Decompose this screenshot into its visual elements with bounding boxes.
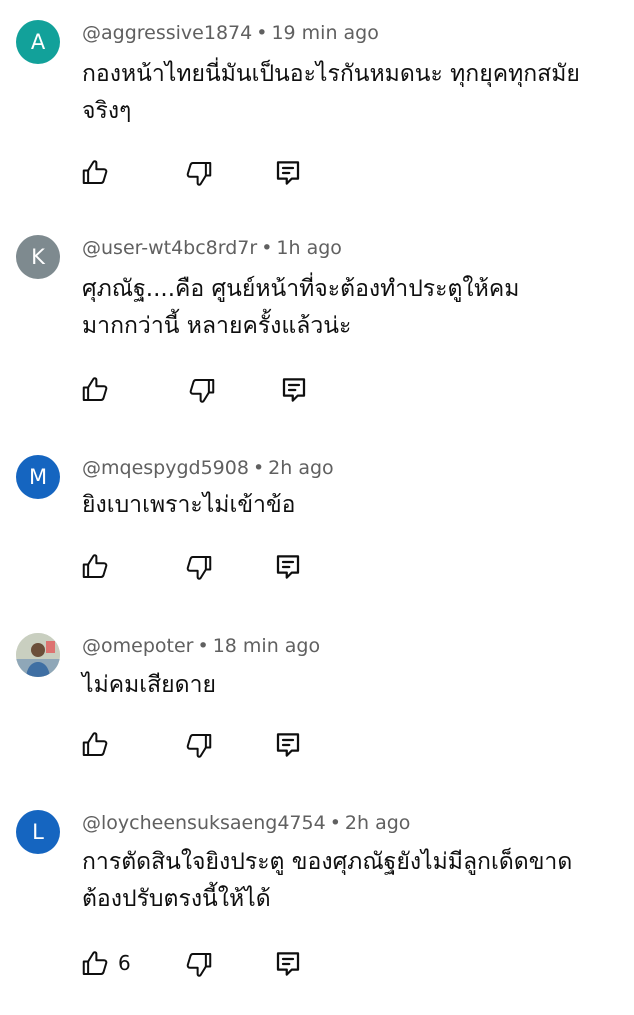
thumbs-down-icon	[189, 379, 215, 403]
like-button[interactable]	[80, 949, 110, 979]
dislike-button[interactable]	[184, 552, 214, 582]
meta-separator: •	[197, 635, 209, 657]
comment-text: ไม่คมเสียดาย	[82, 672, 216, 698]
thumbs-up-icon	[82, 377, 108, 401]
thumbs-down-icon	[186, 734, 212, 758]
meta-separator: •	[261, 237, 273, 259]
avatar[interactable]: M	[16, 455, 60, 499]
avatar[interactable]: L	[16, 810, 60, 854]
reply-icon	[276, 555, 300, 579]
reply-icon	[276, 161, 300, 185]
thumbs-down-icon	[186, 556, 212, 580]
avatar[interactable]: A	[16, 20, 60, 64]
comment-time[interactable]: 2h ago	[345, 812, 411, 834]
avatar[interactable]	[16, 633, 60, 677]
reply-button[interactable]	[273, 158, 303, 188]
reply-button[interactable]	[279, 375, 309, 405]
comment-meta: @loycheensuksaeng4754 • 2h ago	[82, 810, 410, 836]
meta-separator: •	[329, 812, 341, 834]
meta-separator: •	[252, 457, 265, 479]
meta-separator: •	[256, 22, 268, 44]
comment-author[interactable]: @mqespygd5908	[82, 457, 249, 479]
thumbs-up-icon	[82, 160, 108, 184]
dislike-button[interactable]	[184, 730, 214, 760]
reply-icon	[282, 378, 306, 402]
like-count: 6	[118, 951, 131, 975]
dislike-button[interactable]	[184, 158, 214, 188]
thumbs-up-icon	[82, 554, 108, 578]
dislike-button[interactable]	[187, 375, 217, 405]
avatar[interactable]: K	[16, 235, 60, 279]
comment-time[interactable]: 2h ago	[268, 457, 334, 479]
comment-meta: @user-wt4bc8rd7r • 1h ago	[82, 235, 342, 261]
comment-meta: @mqespygd5908 • 2h ago	[82, 455, 334, 481]
comment-time[interactable]: 18 min ago	[213, 635, 320, 657]
reply-button[interactable]	[273, 552, 303, 582]
thumbs-up-icon	[82, 732, 108, 756]
reply-icon	[276, 733, 300, 757]
reply-button[interactable]	[273, 949, 303, 979]
comment-time[interactable]: 19 min ago	[271, 22, 378, 44]
like-button[interactable]	[80, 375, 110, 405]
like-button[interactable]	[80, 730, 110, 760]
comment-author[interactable]: @user-wt4bc8rd7r	[82, 237, 257, 259]
thumbs-up-icon	[82, 951, 108, 975]
comment-text: ศุภณัฐ....คือ ศูนย์หน้าที่จะต้องทำประตูใ…	[82, 276, 520, 339]
thumbs-down-icon	[186, 162, 212, 186]
like-button[interactable]	[80, 158, 110, 188]
comment-author[interactable]: @omepoter	[82, 635, 193, 657]
comment-meta: @omepoter • 18 min ago	[82, 633, 320, 659]
reply-icon	[276, 952, 300, 976]
thumbs-down-icon	[186, 953, 212, 977]
profile-photo-icon	[16, 633, 60, 677]
comment-meta: @aggressive1874 • 19 min ago	[82, 20, 379, 46]
comment-text: กองหน้าไทยนี่มันเป็นอะไรกันหมดนะ ทุกยุคท…	[82, 61, 580, 124]
like-button[interactable]	[80, 552, 110, 582]
comment-time[interactable]: 1h ago	[276, 237, 342, 259]
comment-text: การตัดสินใจยิงประตู ของศุภณัฐยังไม่มีลูก…	[82, 849, 573, 912]
dislike-button[interactable]	[184, 949, 214, 979]
comment-text: ยิงเบาเพราะไม่เข้าข้อ	[82, 492, 296, 518]
comment-author[interactable]: @loycheensuksaeng4754	[82, 812, 326, 834]
comment-author[interactable]: @aggressive1874	[82, 22, 252, 44]
reply-button[interactable]	[273, 730, 303, 760]
